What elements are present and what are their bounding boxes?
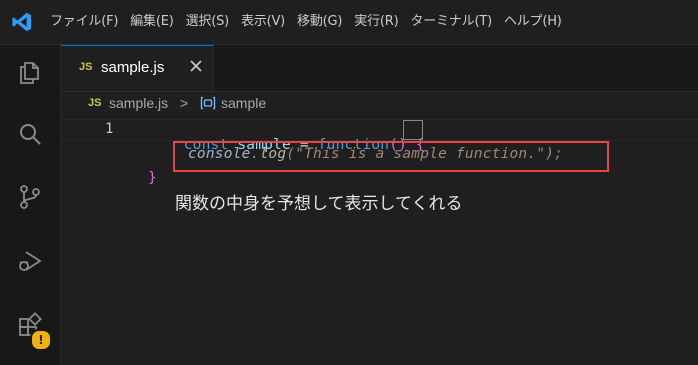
tab-label: sample.js	[101, 59, 165, 76]
menu-run[interactable]: 実行(R)	[348, 0, 404, 44]
source-control-icon[interactable]	[0, 173, 60, 221]
activity-bar: !	[0, 45, 61, 365]
title-bar: ファイル(F) 編集(E) 選択(S) 表示(V) 移動(G) 実行(R) ター…	[0, 0, 698, 45]
breadcrumb-separator: >	[180, 95, 189, 111]
tab-bar: JS sample.js	[61, 45, 698, 92]
close-brace: }	[148, 170, 157, 186]
menu-view[interactable]: 表示(V)	[235, 0, 291, 44]
js-file-icon: JS	[88, 97, 102, 109]
js-file-icon: JS	[79, 61, 93, 73]
code-editor[interactable]: 1 const sample = function() { console.lo…	[61, 116, 698, 365]
menu-terminal[interactable]: ターミナル(T)	[404, 0, 498, 44]
warning-badge: !	[30, 329, 52, 351]
menu-bar: ファイル(F) 編集(E) 選択(S) 表示(V) 移動(G) 実行(R) ター…	[44, 0, 568, 44]
close-icon[interactable]	[186, 56, 206, 76]
tab-sample-js[interactable]: JS sample.js	[61, 45, 214, 91]
menu-go[interactable]: 移動(G)	[291, 0, 348, 44]
bracket-match-box	[403, 120, 423, 140]
breadcrumb-symbol[interactable]: sample	[221, 95, 266, 111]
breadcrumb-file[interactable]: sample.js	[109, 95, 168, 111]
explorer-icon[interactable]	[0, 49, 60, 97]
breadcrumb: JS sample.js > sample	[61, 92, 698, 116]
symbol-variable-icon	[200, 96, 216, 110]
line-number: 1	[105, 121, 114, 137]
menu-file[interactable]: ファイル(F)	[44, 0, 124, 44]
annotation-highlight-box	[173, 141, 609, 172]
extensions-icon[interactable]: !	[0, 301, 60, 351]
vscode-logo-icon	[0, 0, 44, 44]
annotation-text: 関数の中身を予想して表示してくれる	[175, 194, 463, 214]
search-icon[interactable]	[0, 111, 60, 159]
menu-selection[interactable]: 選択(S)	[180, 0, 235, 44]
run-debug-icon[interactable]	[0, 237, 60, 285]
menu-edit[interactable]: 編集(E)	[124, 0, 179, 44]
menu-help[interactable]: ヘルプ(H)	[498, 0, 568, 44]
